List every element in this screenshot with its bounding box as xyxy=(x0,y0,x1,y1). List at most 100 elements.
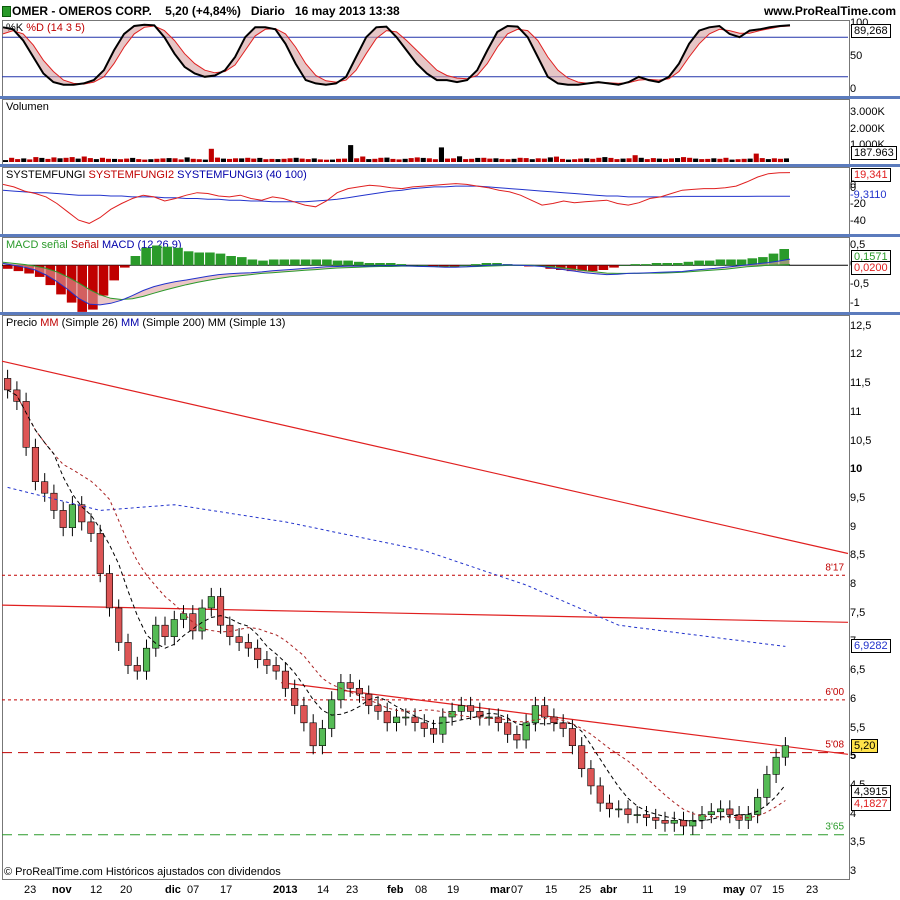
candle-body xyxy=(485,716,493,719)
volume-bar xyxy=(287,158,293,162)
volume-bar xyxy=(438,147,444,162)
candle-body xyxy=(68,504,76,529)
x-tick-label: mar xyxy=(490,884,511,896)
volume-bar xyxy=(299,158,305,162)
macd-histogram-bar xyxy=(683,261,694,266)
macd-histogram-bar xyxy=(247,259,258,266)
macd-histogram-bar xyxy=(258,260,268,266)
price-tick: 6 xyxy=(850,692,857,705)
volume-bar xyxy=(499,158,505,162)
candle-body xyxy=(411,716,419,723)
volume-bar xyxy=(9,157,15,162)
volume-bar xyxy=(693,158,699,162)
x-tick-label: dic xyxy=(165,884,181,896)
macd-histogram-bar xyxy=(205,252,215,266)
macd-histogram-bar xyxy=(215,253,226,266)
x-tick-label: 2013 xyxy=(273,884,298,896)
volume-bar xyxy=(517,157,523,162)
volume-bar xyxy=(777,158,783,163)
candle-body xyxy=(781,745,789,758)
candle-body xyxy=(494,716,502,723)
volume-bar xyxy=(753,153,759,163)
candle-body xyxy=(41,481,49,494)
candle-body xyxy=(670,819,678,824)
x-tick-label: 23 xyxy=(806,884,819,896)
volume-bar xyxy=(735,159,741,162)
volume-bar xyxy=(220,158,226,162)
mm200-last-value: 6,9282 xyxy=(851,639,891,654)
chart-canvas[interactable]: 8'17 6'00 5'08 3'65 xyxy=(0,0,900,900)
volume-bar xyxy=(765,159,771,162)
macd-histogram-bar xyxy=(662,263,672,266)
macd-histogram-bar xyxy=(311,259,321,266)
x-tick-label: nov xyxy=(52,884,72,896)
price-tick: 8,5 xyxy=(850,549,866,562)
volume-bar xyxy=(650,158,656,162)
volume-bar xyxy=(275,159,281,162)
x-tick-label: 23 xyxy=(346,884,359,896)
x-tick-label: 17 xyxy=(220,884,233,896)
volume-bar xyxy=(136,159,142,162)
candle-body xyxy=(402,716,410,719)
volume-bar xyxy=(372,158,378,163)
volume-bar xyxy=(783,158,789,162)
x-tick-label: feb xyxy=(387,884,404,896)
volume-bar xyxy=(705,158,711,162)
candle-body xyxy=(59,510,67,528)
candle-body xyxy=(541,705,549,718)
price-tick: 9 xyxy=(850,520,857,533)
systemfungi-line xyxy=(2,172,791,224)
candle-body xyxy=(170,619,178,638)
stoch-last-value: 89,268 xyxy=(851,24,891,39)
volume-bar xyxy=(675,158,681,162)
x-tick-label: 07 xyxy=(511,884,524,896)
price-level-label: 3'65 xyxy=(825,822,844,833)
volume-bar xyxy=(245,157,251,162)
volume-bar xyxy=(45,158,51,162)
x-tick-label: 23 xyxy=(24,884,37,896)
candle-body xyxy=(50,492,58,511)
volume-bar xyxy=(469,158,475,163)
candle-body xyxy=(355,687,364,695)
macd-histogram-bar xyxy=(237,257,247,266)
candle-body xyxy=(87,521,95,534)
candle-body xyxy=(124,642,132,666)
volume-bar xyxy=(63,157,69,162)
macd-histogram-bar xyxy=(279,259,290,266)
candle-body xyxy=(318,728,327,747)
volume-bar xyxy=(584,158,590,162)
volume-bar xyxy=(124,158,130,162)
volume-bar xyxy=(608,157,614,162)
candle-body xyxy=(596,785,604,804)
candle-body xyxy=(4,378,12,391)
candle-body xyxy=(281,670,290,689)
volume-bar xyxy=(57,158,63,162)
volume-bar xyxy=(529,159,535,162)
stoch-fill xyxy=(3,24,790,85)
macd-histogram-bar xyxy=(268,259,279,266)
macd-histogram-bar xyxy=(619,265,630,266)
volume-bar xyxy=(384,157,390,162)
macd-histogram-bar xyxy=(120,265,130,268)
candle-body xyxy=(457,705,465,712)
macd-histogram-bar xyxy=(194,252,204,266)
macd-histogram-bar xyxy=(736,259,747,266)
volume-bar xyxy=(463,159,469,162)
volume-bar xyxy=(81,156,87,162)
footer-note: © ProRealTime.com Históricos ajustados c… xyxy=(4,866,281,878)
volume-bar xyxy=(33,157,39,162)
candle-body xyxy=(587,768,595,787)
volume-bar xyxy=(172,158,178,162)
macd-histogram-bar xyxy=(630,264,641,266)
candle-body xyxy=(568,728,577,747)
last-price-tag: 5,20 xyxy=(851,738,879,753)
volume-bar xyxy=(3,160,9,162)
volume-bar xyxy=(535,158,541,162)
volume-bar xyxy=(668,158,674,162)
candle-body xyxy=(624,808,632,815)
price-level-label: 8'17 xyxy=(825,562,844,573)
macd-histogram-bar xyxy=(694,260,704,266)
volume-bar xyxy=(444,158,450,162)
macd-histogram-bar xyxy=(641,264,651,266)
volume-bar xyxy=(227,158,233,162)
